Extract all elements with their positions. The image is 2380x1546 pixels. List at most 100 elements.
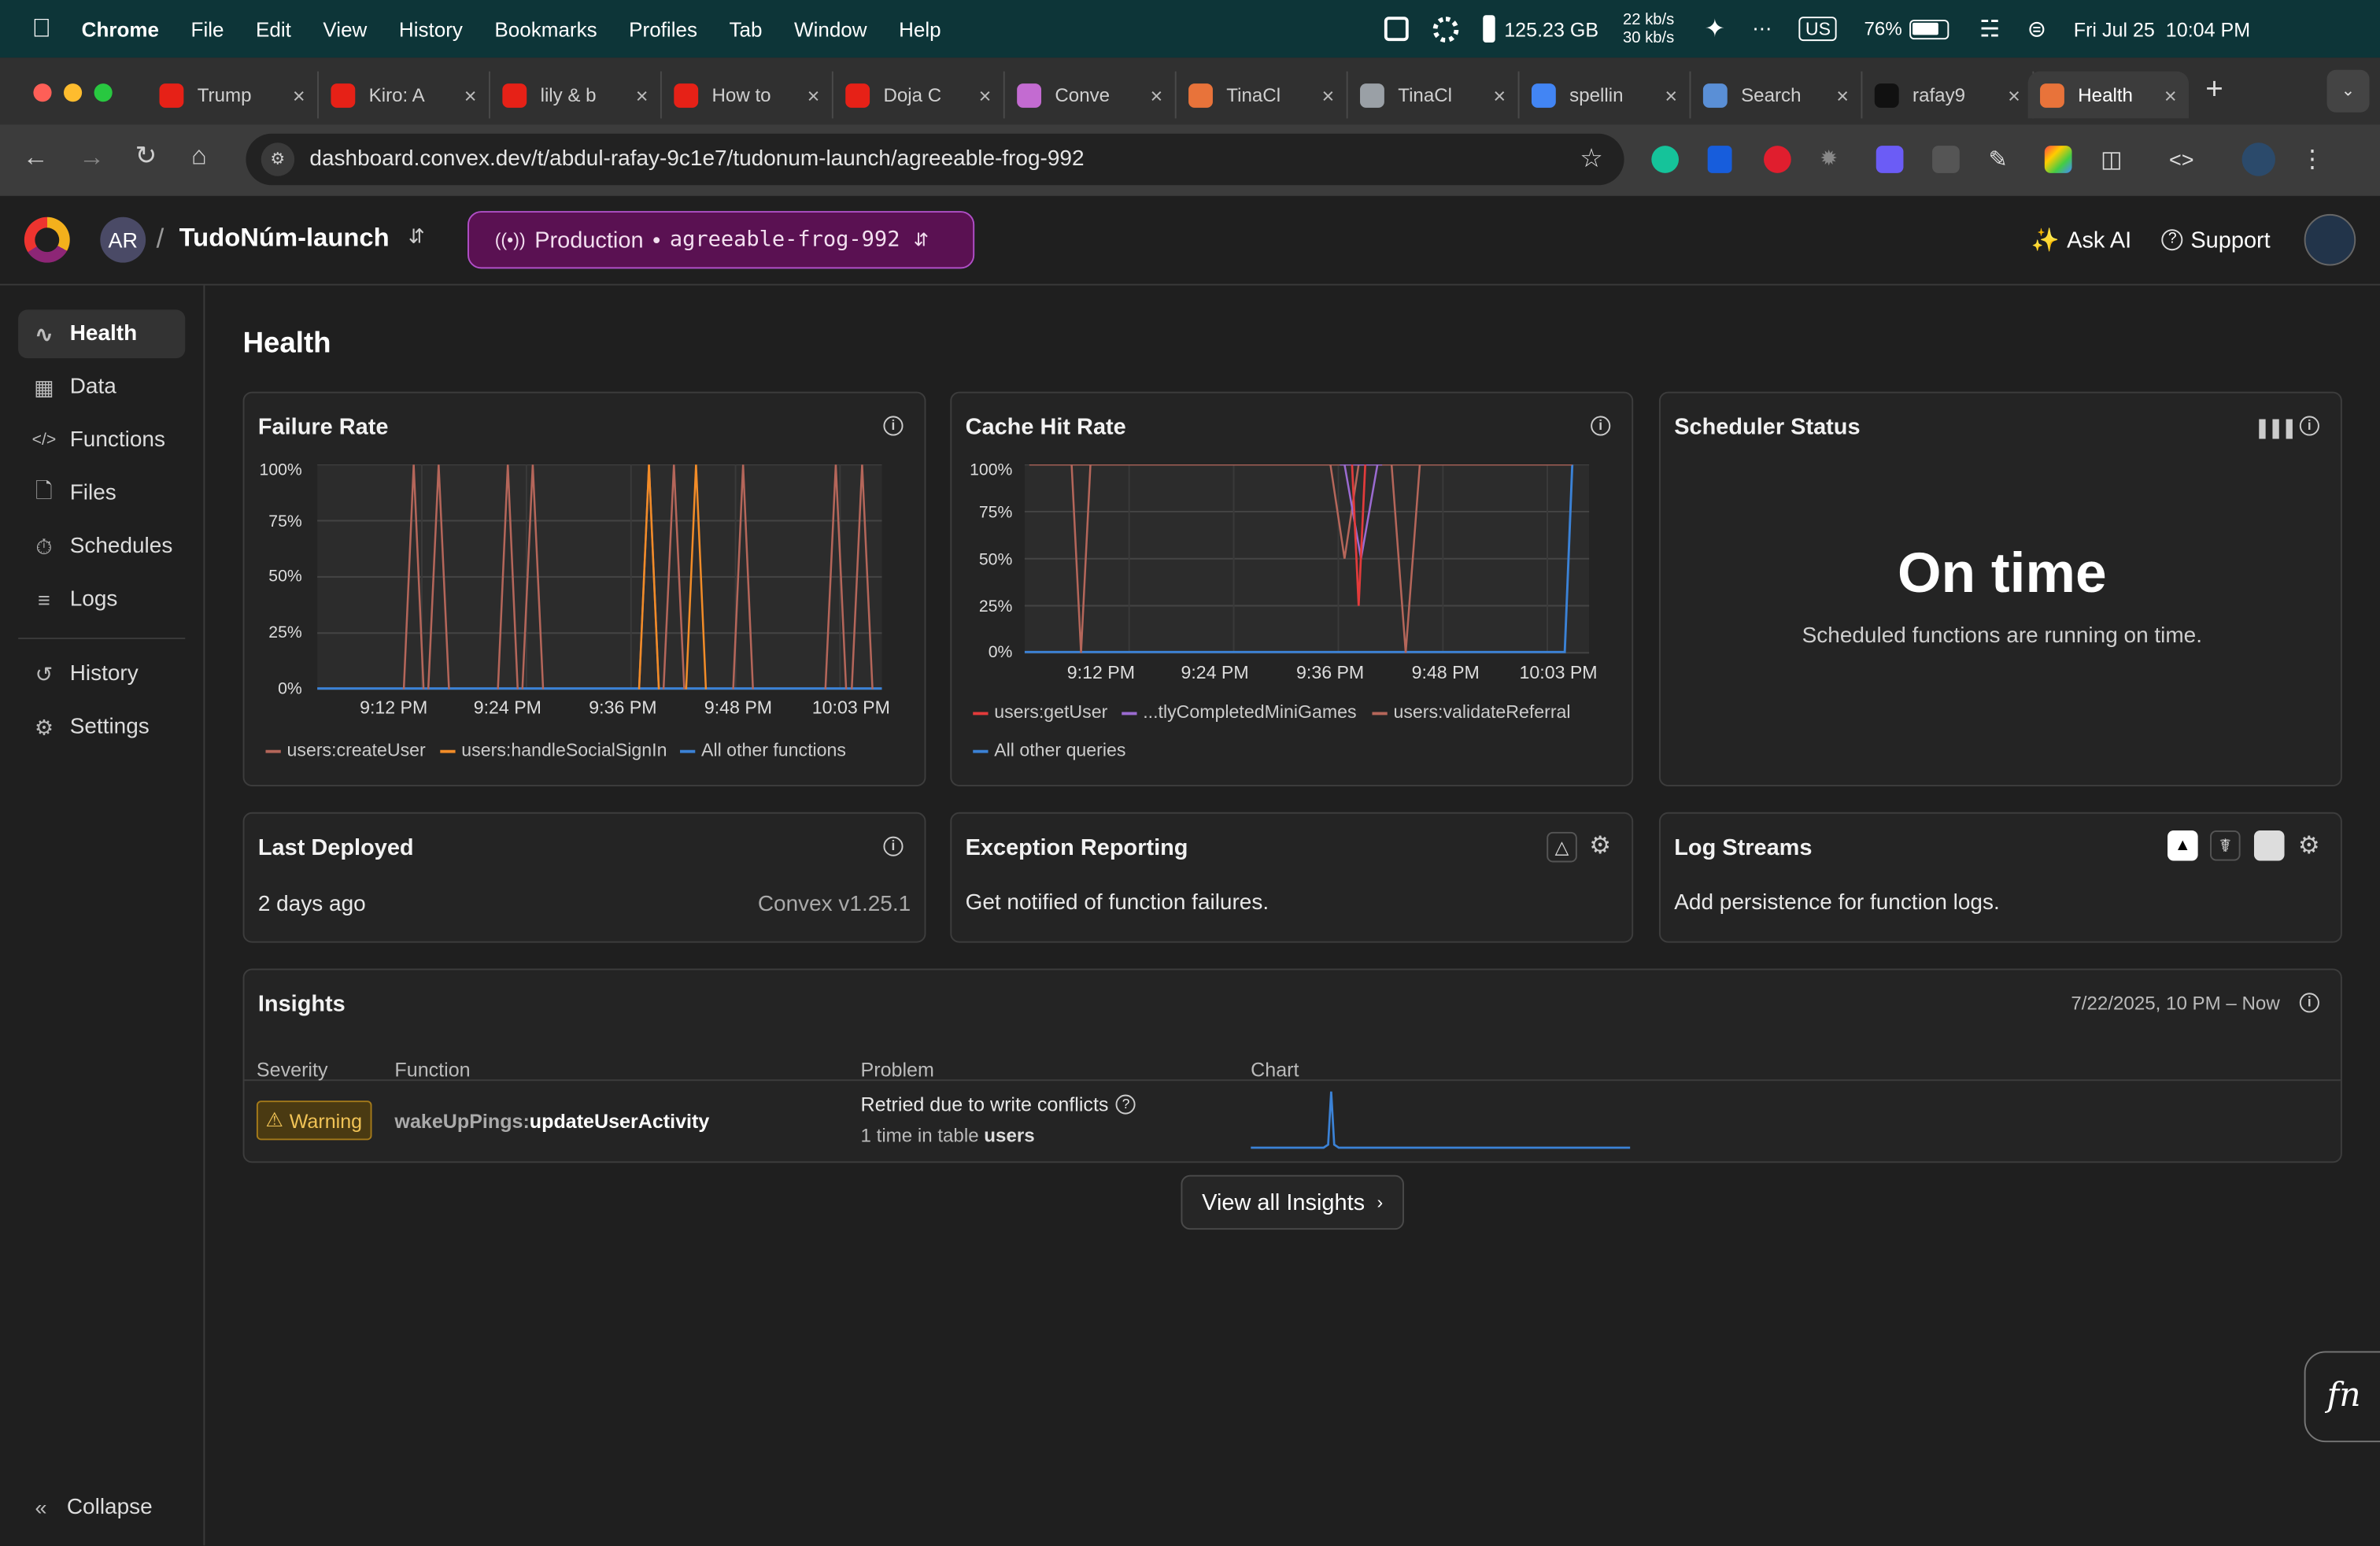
menu-file[interactable]: File xyxy=(191,17,224,40)
sync-icon[interactable] xyxy=(1432,16,1459,43)
tab-4[interactable]: How to × xyxy=(662,71,833,119)
sparkle-icon[interactable]: ✨ xyxy=(2031,226,2059,253)
info-icon[interactable]: i xyxy=(2299,416,2319,436)
info-icon[interactable]: i xyxy=(1591,416,1611,436)
minimize-window-button[interactable] xyxy=(64,83,83,102)
dots-icon[interactable]: ⋯ xyxy=(1752,17,1772,41)
tab-close-icon[interactable]: × xyxy=(2164,83,2177,107)
info-icon[interactable]: i xyxy=(883,836,904,856)
collapse-sidebar-button[interactable]: « Collapse xyxy=(15,1483,182,1532)
tab-close-icon[interactable]: × xyxy=(464,83,477,107)
ask-ai-button[interactable]: Ask AI xyxy=(2067,227,2131,253)
color-picker-icon[interactable] xyxy=(2044,146,2072,173)
user-avatar[interactable] xyxy=(2304,213,2356,266)
help-icon[interactable]: ? xyxy=(2161,229,2183,251)
extension-gray-icon[interactable] xyxy=(1932,146,1960,173)
tab-close-icon[interactable]: × xyxy=(636,83,649,107)
battery-icon[interactable] xyxy=(1909,19,1949,39)
legend-entry[interactable]: ...tlyCompletedMiniGames xyxy=(1122,701,1357,723)
sidebar-item-files[interactable]: 🗋 Files xyxy=(18,469,185,518)
profile-avatar[interactable] xyxy=(2242,142,2276,176)
sidebar-item-functions[interactable]: </> Functions xyxy=(18,416,185,464)
new-tab-button[interactable]: + xyxy=(2205,73,2223,108)
menu-tab[interactable]: Tab xyxy=(729,17,762,40)
tab-6[interactable]: Conve × xyxy=(1005,71,1177,119)
tab-1[interactable]: Trump × xyxy=(147,71,320,119)
tab-7[interactable]: TinaCl × xyxy=(1177,71,1348,119)
bitwarden-icon[interactable] xyxy=(1707,146,1732,173)
url-text[interactable]: dashboard.convex.dev/t/abdul-rafay-9c1e7… xyxy=(309,147,1084,172)
support-button[interactable]: Support xyxy=(2190,227,2270,253)
bookmark-star-icon[interactable]: ☆ xyxy=(1580,144,1602,175)
grammarly-icon[interactable] xyxy=(1651,146,1680,173)
close-window-button[interactable] xyxy=(33,83,52,102)
control-center-icon[interactable]: ⊜ xyxy=(2027,15,2046,43)
tab-close-icon[interactable]: × xyxy=(2008,83,2020,107)
menu-history[interactable]: History xyxy=(399,17,463,40)
tab-close-icon[interactable]: × xyxy=(808,83,820,107)
tab-9[interactable]: spellin × xyxy=(1520,71,1691,119)
legend-entry[interactable]: users:validateReferral xyxy=(1372,701,1571,723)
site-info-icon[interactable]: ⚙ xyxy=(261,142,295,176)
project-name[interactable]: TudoNúm-launch xyxy=(179,224,390,254)
question-icon[interactable]: ? xyxy=(1116,1094,1136,1115)
drone-icon[interactable]: ✦ xyxy=(1705,13,1725,44)
reload-icon[interactable]: ↻ xyxy=(135,141,157,172)
wifi-icon[interactable]: ☵ xyxy=(1979,15,2000,43)
legend-entry[interactable]: All other functions xyxy=(680,739,846,760)
screen-record-icon[interactable] xyxy=(1384,17,1409,42)
tab-close-icon[interactable]: × xyxy=(1151,83,1163,107)
failure-rate-chart[interactable] xyxy=(317,464,882,692)
devtools-icon[interactable]: <> xyxy=(2169,147,2194,172)
tab-10[interactable]: Search × xyxy=(1691,71,1863,119)
datadog-icon[interactable] xyxy=(2253,830,2285,861)
tab-2[interactable]: Kiro: A × xyxy=(319,71,490,119)
info-icon[interactable]: i xyxy=(2299,993,2319,1013)
tab-12[interactable]: Health × xyxy=(2027,71,2190,119)
axiom-icon[interactable]: ▲ xyxy=(2168,830,2198,861)
forward-icon[interactable]: → xyxy=(79,142,105,173)
bar-chart-icon[interactable]: ❚❚❚ xyxy=(2254,416,2297,440)
sidebar-item-history[interactable]: ↺ History xyxy=(18,649,185,698)
legend-entry[interactable]: users:handleSocialSignIn xyxy=(440,739,667,760)
back-icon[interactable]: ← xyxy=(23,142,49,173)
clock[interactable]: Fri Jul 25 10:04 PM xyxy=(2074,17,2250,40)
sidebar-item-logs[interactable]: ≡ Logs xyxy=(18,575,185,624)
function-runner-button[interactable]: fn xyxy=(2304,1351,2380,1443)
tab-close-icon[interactable]: × xyxy=(1665,83,1677,107)
project-switcher-chevron-icon[interactable]: ⇵ xyxy=(408,224,425,249)
legend-entry[interactable]: users:getUser xyxy=(973,701,1107,723)
tab-close-icon[interactable]: × xyxy=(1321,83,1334,107)
view-all-insights-button[interactable]: View all Insights › xyxy=(1181,1174,1404,1230)
tab-3[interactable]: lily & b × xyxy=(490,71,662,119)
legend-entry[interactable]: All other queries xyxy=(973,739,1125,760)
gear-icon[interactable]: ⚙ xyxy=(1589,830,1611,861)
tab-8[interactable]: TinaCl × xyxy=(1348,71,1520,119)
gear-icon[interactable]: ⚙ xyxy=(2298,830,2320,861)
sidebar-item-schedules[interactable]: ⏱ Schedules xyxy=(18,522,185,571)
cache-hit-rate-chart[interactable] xyxy=(1024,464,1590,656)
sidebar-item-settings[interactable]: ⚙ Settings xyxy=(18,703,185,752)
apple-icon[interactable]:  xyxy=(32,13,52,44)
menu-view[interactable]: View xyxy=(323,17,367,40)
webhook-icon[interactable]: ☤ xyxy=(2210,830,2241,861)
insight-function[interactable]: wakeUpPings:updateUserActivity xyxy=(394,1110,709,1133)
deployment-switcher[interactable]: ((•)) Production • agreeable-frog-992 ⇵ xyxy=(468,211,975,269)
input-source[interactable]: US xyxy=(1799,17,1837,42)
tab-close-icon[interactable]: × xyxy=(293,83,305,107)
menu-profiles[interactable]: Profiles xyxy=(629,17,697,40)
menu-help[interactable]: Help xyxy=(899,17,941,40)
tab-5[interactable]: Doja C × xyxy=(833,71,1005,119)
home-icon[interactable]: ⌂ xyxy=(191,141,207,172)
tab-search-button[interactable]: ⌄ xyxy=(2326,69,2370,113)
maximize-window-button[interactable] xyxy=(94,83,113,102)
menu-edit[interactable]: Edit xyxy=(256,17,291,40)
legend-entry[interactable]: users:createUser xyxy=(265,739,426,760)
sentry-icon[interactable]: △ xyxy=(1547,831,1577,863)
team-avatar[interactable]: AR xyxy=(100,216,146,263)
chrome-menu-icon[interactable]: ⋮ xyxy=(2301,144,2325,175)
tab-close-icon[interactable]: × xyxy=(1836,83,1849,107)
convex-logo[interactable] xyxy=(24,216,70,263)
tab-close-icon[interactable]: × xyxy=(1493,83,1506,107)
menu-bookmarks[interactable]: Bookmarks xyxy=(494,17,597,40)
